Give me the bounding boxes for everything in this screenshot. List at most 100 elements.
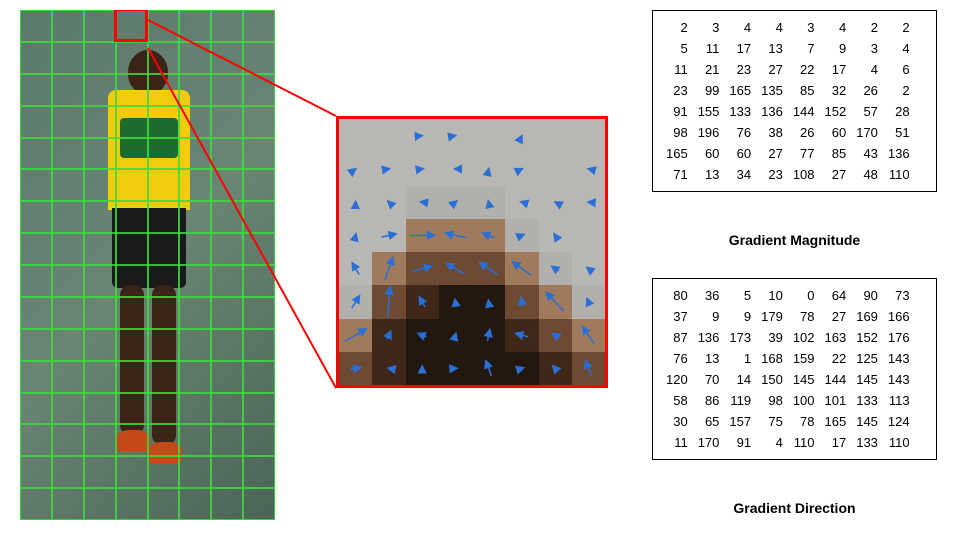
matrix-cell: 133 xyxy=(724,101,756,122)
matrix-cell: 169 xyxy=(851,306,883,327)
matrix-cell: 5 xyxy=(724,285,756,306)
matrix-cell: 102 xyxy=(788,327,820,348)
matrix-cell: 155 xyxy=(693,101,725,122)
matrix-cell: 43 xyxy=(851,143,883,164)
matrix-cell: 2 xyxy=(883,80,915,101)
matrix-cell: 60 xyxy=(724,143,756,164)
matrix-cell: 30 xyxy=(661,411,693,432)
matrix-cell: 91 xyxy=(724,432,756,453)
matrix-cell: 76 xyxy=(661,348,693,369)
matrix-cell: 60 xyxy=(820,122,852,143)
matrix-cell: 48 xyxy=(851,164,883,185)
matrix-cell: 38 xyxy=(756,122,788,143)
matrix-cell: 78 xyxy=(788,306,820,327)
matrix-cell: 17 xyxy=(820,59,852,80)
matrix-cell: 143 xyxy=(883,348,915,369)
matrix-cell: 145 xyxy=(851,369,883,390)
matrix-cell: 4 xyxy=(724,17,756,38)
matrix-cell: 70 xyxy=(693,369,725,390)
matrix-cell: 152 xyxy=(820,101,852,122)
matrix-cell: 173 xyxy=(724,327,756,348)
matrix-cell: 85 xyxy=(788,80,820,101)
matrix-cell: 179 xyxy=(756,306,788,327)
matrix-cell: 135 xyxy=(756,80,788,101)
matrix-cell: 23 xyxy=(661,80,693,101)
matrix-cell: 17 xyxy=(820,432,852,453)
diagram-stage: 2344342251117137934112123272217462399165… xyxy=(0,0,960,540)
matrix-cell: 37 xyxy=(661,306,693,327)
matrix-cell: 133 xyxy=(851,390,883,411)
matrix-cell: 143 xyxy=(883,369,915,390)
matrix-cell: 145 xyxy=(851,411,883,432)
matrix-cell: 196 xyxy=(693,122,725,143)
matrix-cell: 90 xyxy=(851,285,883,306)
matrix-cell: 91 xyxy=(661,101,693,122)
matrix-cell: 108 xyxy=(788,164,820,185)
matrix-cell: 9 xyxy=(693,306,725,327)
matrix-cell: 110 xyxy=(883,164,915,185)
matrix-cell: 36 xyxy=(693,285,725,306)
matrix-cell: 23 xyxy=(756,164,788,185)
matrix-cell: 176 xyxy=(883,327,915,348)
matrix-cell: 145 xyxy=(788,369,820,390)
matrix-cell: 168 xyxy=(756,348,788,369)
matrix-cell: 136 xyxy=(693,327,725,348)
matrix-cell: 11 xyxy=(693,38,725,59)
matrix-cell: 159 xyxy=(788,348,820,369)
matrix-cell: 170 xyxy=(851,122,883,143)
matrix-cell: 165 xyxy=(661,143,693,164)
matrix-cell: 2 xyxy=(883,17,915,38)
matrix-cell: 4 xyxy=(820,17,852,38)
matrix-cell: 21 xyxy=(693,59,725,80)
matrix-cell: 133 xyxy=(851,432,883,453)
matrix-cell: 99 xyxy=(693,80,725,101)
matrix-cell: 10 xyxy=(756,285,788,306)
matrix-cell: 2 xyxy=(851,17,883,38)
matrix-cell: 85 xyxy=(820,143,852,164)
matrix-cell: 113 xyxy=(883,390,915,411)
matrix-cell: 2 xyxy=(661,17,693,38)
matrix-cell: 13 xyxy=(693,348,725,369)
matrix-cell: 22 xyxy=(820,348,852,369)
matrix-cell: 27 xyxy=(820,306,852,327)
matrix-cell: 157 xyxy=(724,411,756,432)
matrix-cell: 60 xyxy=(693,143,725,164)
matrix-cell: 110 xyxy=(788,432,820,453)
gradient-direction-label: Gradient Direction xyxy=(652,500,937,516)
matrix-cell: 170 xyxy=(693,432,725,453)
matrix-cell: 28 xyxy=(883,101,915,122)
matrix-cell: 166 xyxy=(883,306,915,327)
matrix-cell: 26 xyxy=(851,80,883,101)
matrix-cell: 9 xyxy=(724,306,756,327)
matrix-cell: 22 xyxy=(788,59,820,80)
matrix-cell: 120 xyxy=(661,369,693,390)
zoomed-cell-view xyxy=(336,116,608,388)
matrix-cell: 14 xyxy=(724,369,756,390)
matrix-cell: 4 xyxy=(851,59,883,80)
matrix-cell: 152 xyxy=(851,327,883,348)
matrix-cell: 144 xyxy=(820,369,852,390)
matrix-cell: 7 xyxy=(788,38,820,59)
matrix-cell: 27 xyxy=(756,143,788,164)
matrix-cell: 3 xyxy=(788,17,820,38)
matrix-cell: 77 xyxy=(788,143,820,164)
matrix-cell: 73 xyxy=(883,285,915,306)
matrix-cell: 136 xyxy=(756,101,788,122)
matrix-cell: 80 xyxy=(661,285,693,306)
matrix-cell: 101 xyxy=(820,390,852,411)
matrix-cell: 27 xyxy=(756,59,788,80)
matrix-cell: 3 xyxy=(693,17,725,38)
matrix-cell: 23 xyxy=(724,59,756,80)
matrix-cell: 98 xyxy=(661,122,693,143)
matrix-cell: 65 xyxy=(693,411,725,432)
matrix-cell: 124 xyxy=(883,411,915,432)
matrix-cell: 17 xyxy=(724,38,756,59)
matrix-cell: 71 xyxy=(661,164,693,185)
matrix-cell: 11 xyxy=(661,59,693,80)
matrix-cell: 1 xyxy=(724,348,756,369)
matrix-cell: 86 xyxy=(693,390,725,411)
matrix-cell: 9 xyxy=(820,38,852,59)
matrix-cell: 0 xyxy=(788,285,820,306)
matrix-cell: 39 xyxy=(756,327,788,348)
matrix-cell: 150 xyxy=(756,369,788,390)
